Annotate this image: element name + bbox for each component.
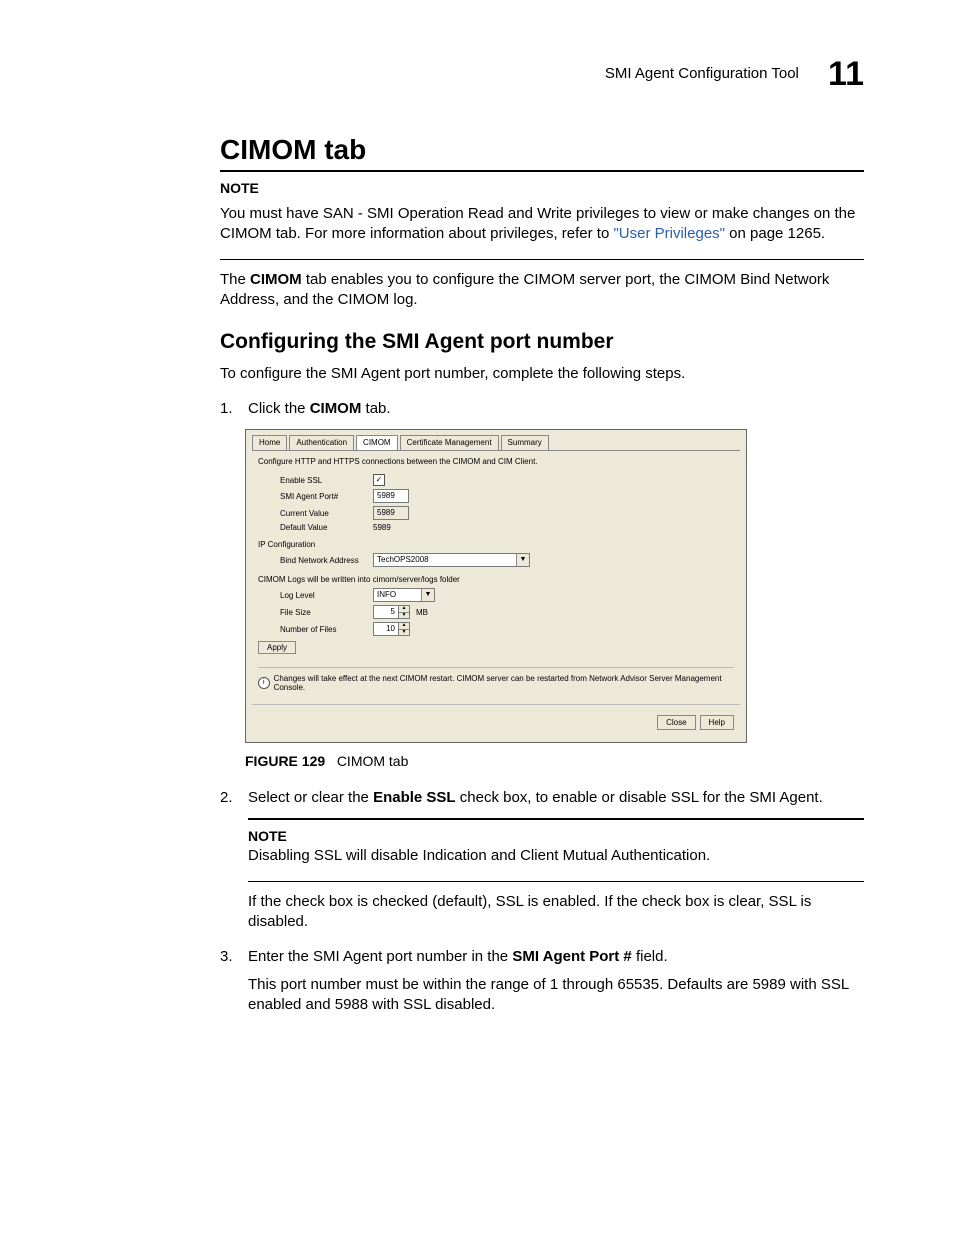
text: field. [632, 948, 668, 965]
default-value: 5989 [373, 523, 391, 532]
text: tab. [361, 400, 390, 417]
step-number: 2. [220, 787, 248, 808]
lead-paragraph: To configure the SMI Agent port number, … [220, 364, 864, 384]
enable-ssl-label: Enable SSL [258, 476, 373, 485]
file-size-unit: MB [416, 608, 428, 617]
tab-cimom[interactable]: CIMOM [356, 435, 398, 450]
panel-description: Configure HTTP and HTTPS connections bet… [258, 457, 734, 466]
current-value: 5989 [373, 506, 409, 520]
tab-bar: Home Authentication CIMOM Certificate Ma… [246, 430, 746, 450]
rule [248, 818, 864, 820]
bind-address-value: TechOPS2008 [374, 554, 516, 566]
logs-text: CIMOM Logs will be written into cimom/se… [258, 575, 734, 584]
rule [248, 881, 864, 882]
section-heading: CIMOM tab [220, 134, 864, 166]
info-text: Changes will take effect at the next CIM… [274, 674, 734, 692]
file-size-label: File Size [258, 608, 373, 617]
tab-authentication[interactable]: Authentication [289, 435, 354, 450]
num-files-spinner[interactable]: ▲▼ [399, 622, 410, 636]
num-files-label: Number of Files [258, 625, 373, 634]
apply-button[interactable]: Apply [258, 641, 296, 654]
intro-paragraph: The CIMOM tab enables you to configure t… [220, 270, 864, 311]
note-label: NOTE [220, 180, 864, 196]
note-label: NOTE [248, 828, 864, 844]
default-value-label: Default Value [258, 523, 373, 532]
header-title: SMI Agent Configuration Tool [605, 65, 799, 82]
log-level-label: Log Level [258, 591, 373, 600]
text: CIMOM [310, 400, 362, 417]
text: Enable SSL [373, 789, 456, 806]
info-icon: i [258, 677, 270, 689]
figure-caption: FIGURE 129 CIMOM tab [245, 753, 864, 769]
user-privileges-link[interactable]: "User Privileges" [613, 225, 725, 242]
subheading: Configuring the SMI Agent port number [220, 330, 864, 354]
step-number: 1. [220, 398, 248, 419]
port-label: SMI Agent Port# [258, 492, 373, 501]
close-button[interactable]: Close [657, 715, 695, 730]
file-size-spinner[interactable]: ▲▼ [399, 605, 410, 619]
rule [220, 170, 864, 172]
text: The [220, 271, 250, 288]
num-files-input[interactable]: 10 [373, 622, 399, 636]
text: Click the [248, 400, 310, 417]
content: CIMOM tab NOTE You must have SAN - SMI O… [220, 134, 864, 1030]
dialog-footer: Close Help [252, 704, 740, 736]
cimom-dialog: Home Authentication CIMOM Certificate Ma… [245, 429, 747, 743]
paragraph: If the check box is checked (default), S… [248, 892, 864, 933]
help-button[interactable]: Help [700, 715, 734, 730]
chevron-down-icon: ▼ [421, 589, 434, 601]
info-line: i Changes will take effect at the next C… [258, 667, 734, 692]
text: on page 1265. [725, 225, 825, 242]
text: Enter the SMI Agent port number in the [248, 948, 512, 965]
chevron-down-icon: ▼ [516, 554, 529, 566]
tab-certificate-management[interactable]: Certificate Management [400, 435, 499, 450]
log-level-dropdown[interactable]: INFO ▼ [373, 588, 435, 602]
text: check box, to enable or disable SSL for … [456, 789, 823, 806]
text: SMI Agent Port # [512, 948, 631, 965]
step-number: 3. [220, 946, 248, 1030]
figure-title: CIMOM tab [337, 753, 409, 769]
running-header: SMI Agent Configuration Tool 11 [90, 55, 864, 94]
file-size-input[interactable]: 5 [373, 605, 399, 619]
port-input[interactable]: 5989 [373, 489, 409, 503]
bind-address-label: Bind Network Address [258, 556, 373, 565]
bind-address-dropdown[interactable]: TechOPS2008 ▼ [373, 553, 530, 567]
note-text: You must have SAN - SMI Operation Read a… [220, 204, 864, 245]
paragraph: This port number must be within the rang… [248, 975, 864, 1016]
step-1: 1. Click the CIMOM tab. [220, 398, 864, 419]
enable-ssl-checkbox[interactable]: ✓ [373, 474, 385, 486]
tab-home[interactable]: Home [252, 435, 287, 450]
note-block: NOTE Disabling SSL will disable Indicati… [248, 818, 864, 932]
page: SMI Agent Configuration Tool 11 CIMOM ta… [0, 0, 954, 1235]
rule [220, 259, 864, 260]
ip-config-label: IP Configuration [258, 540, 734, 549]
figure-label: FIGURE 129 [245, 753, 325, 769]
chapter-number: 11 [828, 55, 864, 93]
note-text: Disabling SSL will disable Indication an… [248, 846, 864, 866]
tab-summary[interactable]: Summary [501, 435, 549, 450]
log-level-value: INFO [374, 589, 421, 601]
current-value-label: Current Value [258, 509, 373, 518]
text: Select or clear the [248, 789, 373, 806]
text: CIMOM [250, 271, 302, 288]
step-2: 2. Select or clear the Enable SSL check … [220, 787, 864, 808]
step-3: 3. Enter the SMI Agent port number in th… [220, 946, 864, 1030]
panel-body: Configure HTTP and HTTPS connections bet… [252, 450, 740, 698]
text: tab enables you to configure the CIMOM s… [220, 271, 829, 308]
